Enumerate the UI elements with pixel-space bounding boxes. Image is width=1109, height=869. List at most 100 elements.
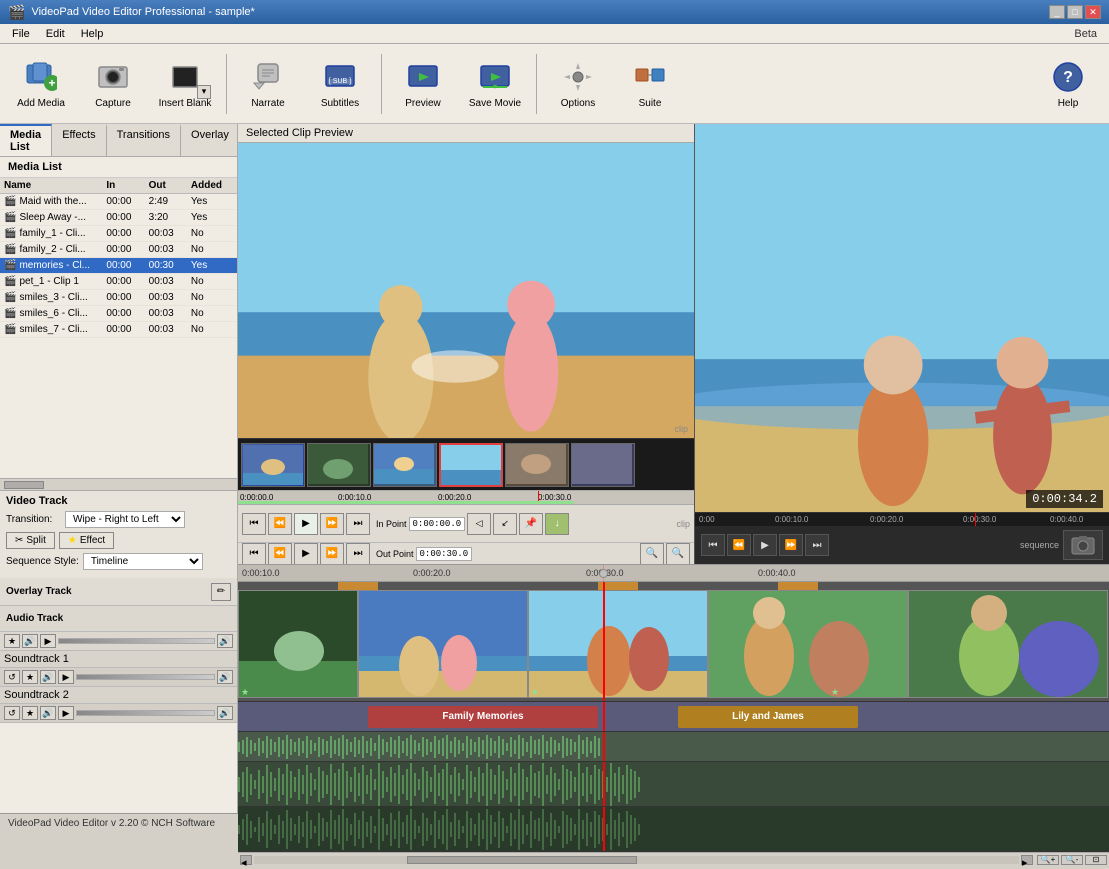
prev-in-button[interactable]: ↙ [493, 513, 517, 535]
s1-play-button[interactable]: ▶ [58, 670, 74, 684]
overlay-edit-button[interactable]: ✏ [211, 583, 231, 601]
maximize-button[interactable]: □ [1067, 5, 1083, 19]
clip5-star: ★ [831, 687, 839, 698]
menu-edit[interactable]: Edit [38, 26, 73, 42]
clip-skip-start[interactable]: ⏮ [242, 513, 266, 535]
tab-transitions[interactable]: Transitions [107, 124, 181, 156]
clip-step-fwd[interactable]: ⏩ [320, 513, 344, 535]
media-row[interactable]: 🎬family_2 - Cli... 00:00 00:03 No [0, 242, 237, 258]
media-row[interactable]: 🎬pet_1 - Clip 1 00:00 00:03 No [0, 274, 237, 290]
save-movie-button[interactable]: Save Movie [460, 50, 530, 118]
clip-preview-header: Selected Clip Preview [238, 124, 694, 143]
timeline-scroll-thumb[interactable] [407, 856, 637, 864]
media-row[interactable]: 🎬smiles_7 - Cli... 00:00 00:03 No [0, 322, 237, 338]
media-row-in: 00:00 [102, 274, 144, 290]
s1-mute-button[interactable]: 🔊 [40, 670, 56, 684]
video-clip-3[interactable] [528, 590, 708, 698]
media-row[interactable]: 🎬family_1 - Cli... 00:00 00:03 No [0, 226, 237, 242]
add-media-button[interactable]: + Add Media [6, 50, 76, 118]
screenshot-button[interactable] [1063, 530, 1103, 560]
media-row[interactable]: 🎬smiles_3 - Cli... 00:00 00:03 No [0, 290, 237, 306]
audio-play-button[interactable]: ▶ [40, 634, 56, 648]
subtitles-button[interactable]: [ SUB ] Subtitles [305, 50, 375, 118]
timeline-scrollbar[interactable]: ◂ ▸ 🔍+ 🔍- ⊡ [238, 852, 1109, 866]
seq2-play-btn[interactable]: ▶ [753, 534, 777, 556]
media-row-added: No [187, 226, 237, 242]
audio-controls-row: ★ 🔊 ▶ 🔊 [0, 632, 237, 651]
zoom-fit-button-timeline[interactable]: ⊡ [1085, 855, 1107, 865]
timeline-scroll-track[interactable] [254, 856, 1019, 864]
down-arrow-button[interactable]: ↓ [545, 513, 569, 535]
audio-star-button[interactable]: ★ [4, 634, 20, 648]
media-row[interactable]: 🎬Sleep Away -... 00:00 3:20 Yes [0, 210, 237, 226]
s2-loop-button[interactable]: ↺ [4, 706, 20, 720]
clip-skip-end[interactable]: ⏭ [346, 513, 370, 535]
zoom-in-button[interactable]: 🔍+ [1037, 855, 1059, 865]
transition-dropdown[interactable]: Wipe - Right to Left [65, 511, 185, 528]
s1-loop-button[interactable]: ↺ [4, 670, 20, 684]
media-row[interactable]: 🎬memories - Cl... 00:00 00:30 Yes [0, 258, 237, 274]
split-button[interactable]: ✂ Split [6, 532, 55, 549]
soundtrack2-label: Soundtrack 2 [0, 687, 237, 704]
overlay-clip-lily[interactable]: Lily and James [678, 706, 858, 728]
preview-button[interactable]: Preview [388, 50, 458, 118]
s2-star-button[interactable]: ★ [22, 706, 38, 720]
clip-play[interactable]: ▶ [294, 513, 318, 535]
video-clip-5[interactable] [908, 590, 1108, 698]
zoom-out-button[interactable]: 🔍 [666, 543, 690, 565]
snap-button[interactable]: 📌 [519, 513, 543, 535]
app-title: 🎬 VideoPad Video Editor Professional - s… [8, 4, 255, 21]
seq2-skip-end[interactable]: ⏭ [805, 534, 829, 556]
close-button[interactable]: ✕ [1085, 5, 1101, 19]
seq-step-back[interactable]: ⏪ [268, 543, 292, 565]
media-row[interactable]: 🎬smiles_6 - Cli... 00:00 00:03 No [0, 306, 237, 322]
overlay-clip-family[interactable]: Family Memories [368, 706, 598, 728]
media-table[interactable]: Name In Out Added 🎬Maid with the... 00:0… [0, 178, 237, 478]
video-clip-1[interactable] [238, 590, 358, 698]
help-button[interactable]: ? Help [1033, 50, 1103, 118]
suite-button[interactable]: Suite [615, 50, 685, 118]
media-row-in: 00:00 [102, 290, 144, 306]
audio-volume-slider[interactable] [58, 638, 215, 644]
video-playhead [603, 582, 605, 701]
minimize-button[interactable]: _ [1049, 5, 1065, 19]
seq2-step-fwd[interactable]: ⏩ [779, 534, 803, 556]
s2-mute-button[interactable]: 🔊 [40, 706, 56, 720]
capture-button[interactable]: Capture [78, 50, 148, 118]
media-scrollbar[interactable] [0, 478, 237, 490]
tab-media-list[interactable]: Media List [0, 124, 52, 156]
clip-step-back[interactable]: ⏪ [268, 513, 292, 535]
clip-transport: ⏮ ⏪ ▶ ⏩ ⏭ In Point 0:00:00.0 ◁ ↙ 📌 ↓ cli… [238, 504, 694, 542]
media-row-added: No [187, 274, 237, 290]
seq-skip-start[interactable]: ⏮ [242, 543, 266, 565]
s2-play-button[interactable]: ▶ [58, 706, 74, 720]
media-row[interactable]: 🎬Maid with the... 00:00 2:49 Yes [0, 194, 237, 210]
s2-waveform-svg [238, 807, 1109, 852]
menu-file[interactable]: File [4, 26, 38, 42]
set-in-button[interactable]: ◁ [467, 513, 491, 535]
seq2-skip-start[interactable]: ⏮ [701, 534, 725, 556]
zoom-fit-button[interactable]: 🔍 [640, 543, 664, 565]
video-clip-2[interactable] [358, 590, 528, 698]
audio-mute-button[interactable]: 🔊 [22, 634, 38, 648]
narrate-button[interactable]: Narrate [233, 50, 303, 118]
seq2-step-back[interactable]: ⏪ [727, 534, 751, 556]
zoom-out-button-timeline[interactable]: 🔍- [1061, 855, 1083, 865]
menu-help[interactable]: Help [73, 26, 112, 42]
menu-bar: File Edit Help Beta [0, 24, 1109, 44]
options-button[interactable]: Options [543, 50, 613, 118]
seq-skip-end[interactable]: ⏭ [346, 543, 370, 565]
tab-overlay[interactable]: Overlay [181, 124, 240, 156]
timeline-scroll-left[interactable]: ◂ [240, 855, 252, 865]
seq-step-fwd[interactable]: ⏩ [320, 543, 344, 565]
s1-star-button[interactable]: ★ [22, 670, 38, 684]
effect-button[interactable]: ★ Effect [59, 532, 114, 549]
seq-play-btn[interactable]: ▶ [294, 543, 318, 565]
insert-blank-button[interactable]: ▾ Insert Blank [150, 50, 220, 118]
sequence-style-dropdown[interactable]: Timeline [83, 553, 203, 570]
s2-volume-slider[interactable] [76, 710, 215, 716]
s1-volume-slider[interactable] [76, 674, 215, 680]
video-clip-4[interactable] [708, 590, 908, 698]
timeline-scroll-right[interactable]: ▸ [1021, 855, 1033, 865]
tab-effects[interactable]: Effects [52, 124, 106, 156]
